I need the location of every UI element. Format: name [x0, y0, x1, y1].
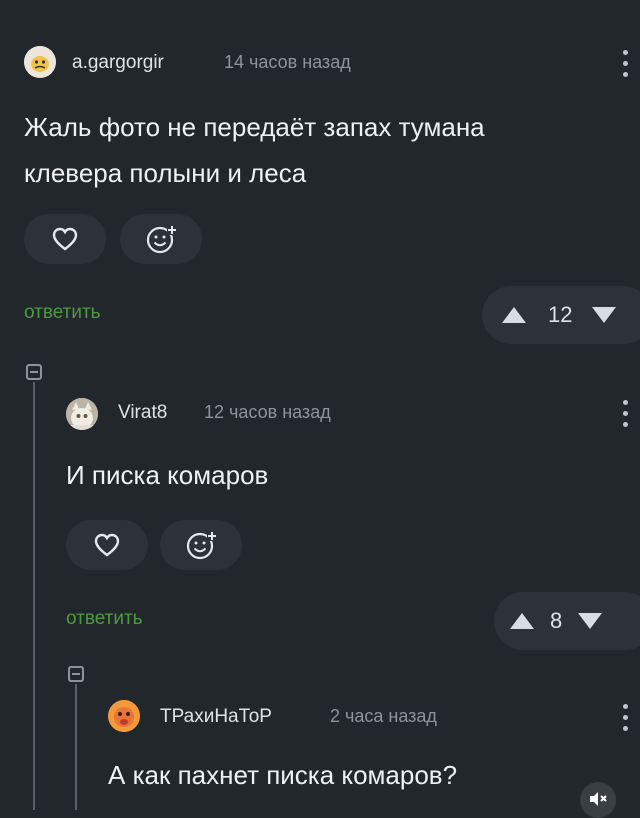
upvote-icon[interactable] — [502, 307, 526, 323]
reply-link[interactable]: ответить — [24, 302, 101, 324]
heart-icon — [94, 533, 120, 557]
comment-text: А как пахнет писка комаров? — [108, 752, 628, 798]
timestamp: 14 часов назад — [224, 52, 351, 72]
timestamp: 2 часа назад — [330, 706, 437, 726]
comment-2: Virat8 12 часов назад И писка комаров от… — [0, 380, 640, 660]
avatar[interactable] — [108, 700, 140, 732]
add-reaction-icon — [146, 225, 177, 254]
add-reaction-icon — [186, 531, 217, 560]
username[interactable]: Virat8 — [118, 402, 167, 424]
comment-text-line: клевера полыни и леса — [24, 158, 307, 188]
collapse-thread-icon[interactable] — [26, 364, 42, 380]
rating-count: 8 — [550, 608, 563, 633]
add-reaction-button[interactable] — [120, 214, 202, 264]
avatar[interactable] — [66, 398, 98, 430]
username[interactable]: ТРахиНаТоР — [160, 706, 272, 728]
comment-3: ТРахиНаТоР 2 часа назад А как пахнет пис… — [0, 690, 640, 810]
timestamp: 12 часов назад — [204, 402, 331, 422]
reply-link[interactable]: ответить — [66, 608, 143, 630]
comment-text: Жаль фото не передаёт запах тумана клеве… — [24, 104, 624, 196]
kebab-menu-icon[interactable] — [623, 50, 629, 77]
username[interactable]: a.gargorgir — [72, 52, 164, 74]
like-button[interactable] — [66, 520, 148, 570]
comment-text-line: И писка комаров — [66, 460, 269, 490]
mute-icon[interactable] — [580, 782, 616, 818]
kebab-menu-icon[interactable] — [623, 400, 629, 427]
comment-text-line: Жаль фото не передаёт запах тумана — [24, 112, 485, 142]
heart-icon — [52, 227, 78, 251]
like-button[interactable] — [24, 214, 106, 264]
avatar[interactable] — [24, 46, 56, 78]
add-reaction-button[interactable] — [160, 520, 242, 570]
rating-control: 8 — [494, 592, 640, 650]
kebab-menu-icon[interactable] — [623, 704, 629, 731]
rating-count: 12 — [548, 302, 573, 327]
comment-1: a.gargorgir 14 часов назад Жаль фото не … — [0, 0, 640, 344]
downvote-icon[interactable] — [592, 307, 617, 323]
downvote-icon[interactable] — [578, 613, 603, 629]
comment-text: И писка комаров — [66, 452, 626, 498]
upvote-icon[interactable] — [510, 613, 534, 629]
rating-control: 12 — [482, 286, 640, 344]
comment-text-line: А как пахнет писка комаров? — [108, 760, 458, 790]
collapse-thread-icon[interactable] — [68, 666, 84, 682]
